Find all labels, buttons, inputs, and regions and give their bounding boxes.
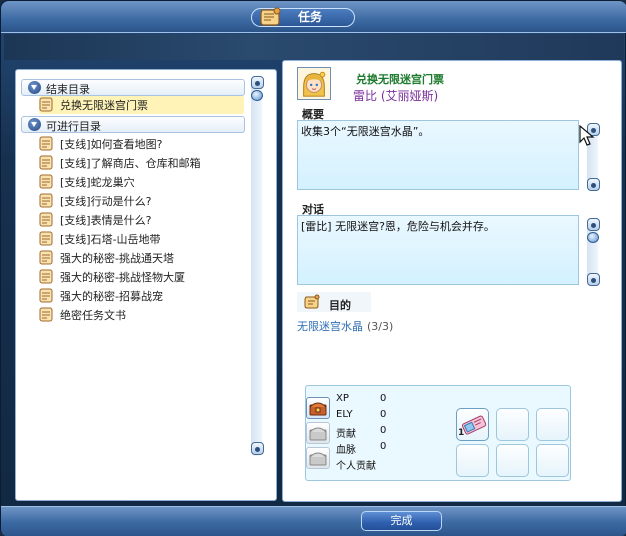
chevron-down-icon <box>28 81 41 94</box>
scroll-up-button[interactable] <box>251 76 264 89</box>
purpose-objective: 无限迷宫水晶 (3/3) <box>297 318 393 334</box>
quest-item[interactable]: 强大的秘密-招募战宠 <box>39 287 244 305</box>
scroll-down-button[interactable] <box>587 273 600 286</box>
quest-label: 强大的秘密-挑战通天塔 <box>60 252 174 265</box>
quest-item[interactable]: [支线]了解商店、仓库和邮箱 <box>39 154 244 172</box>
reward-row: 个人贡献 <box>336 457 376 472</box>
quest-item[interactable]: [支线]蛇龙巢穴 <box>39 173 244 191</box>
reward-tab-2[interactable] <box>306 422 330 444</box>
quest-scroll-icon <box>39 97 53 112</box>
quest-scroll-icon <box>39 193 53 208</box>
chest-icon <box>309 452 327 466</box>
reward-row: 血脉 0 <box>336 441 386 456</box>
purpose-label: 目的 <box>329 299 351 312</box>
reward-value: 0 <box>380 441 387 452</box>
reward-slot-empty[interactable] <box>536 444 569 477</box>
scroll-thumb[interactable] <box>251 90 263 101</box>
reward-value: 0 <box>380 393 387 404</box>
quest-label: [支线]蛇龙巢穴 <box>60 176 135 189</box>
quest-scroll-icon <box>39 250 53 265</box>
chevron-down-icon <box>28 118 41 131</box>
scroll-icon <box>260 7 281 26</box>
quest-label: [支线]表情是什么? <box>60 214 152 227</box>
reward-label: 血脉 <box>336 445 356 456</box>
header-strip <box>4 34 624 60</box>
reward-row: XP 0 <box>336 393 386 404</box>
quest-label: [支线]如何查看地图? <box>60 138 163 151</box>
quest-label: [支线]石塔-山岳地带 <box>60 233 161 246</box>
quest-item[interactable]: 强大的秘密-挑战怪物大厦 <box>39 268 244 286</box>
dialog-box: [雷比] 无限迷宫?恩，危险与机会并存。 <box>297 215 579 285</box>
reward-slot-empty[interactable] <box>496 408 529 441</box>
category-completed[interactable]: 结束目录 <box>21 79 245 96</box>
scroll-thumb[interactable] <box>587 232 599 243</box>
reward-tab-3[interactable] <box>306 447 330 469</box>
dialog-text: [雷比] 无限迷宫?恩，危险与机会并存。 <box>301 220 495 233</box>
npc-name: 雷比 (艾丽娅斯) <box>353 89 439 103</box>
summary-text: 收集3个“无限迷宫水晶”。 <box>301 125 430 138</box>
quest-list-scrollbar[interactable] <box>251 76 264 456</box>
footer-bar <box>1 506 626 536</box>
quest-label: 兑换无限迷宫门票 <box>60 99 148 112</box>
quest-scroll-icon <box>39 155 53 170</box>
reward-row: ELY 0 <box>336 409 386 420</box>
quest-item[interactable]: [支线]表情是什么? <box>39 211 244 229</box>
quest-title: 兑换无限迷宫门票 <box>356 73 444 86</box>
quest-scroll-icon <box>39 288 53 303</box>
category-available[interactable]: 可进行目录 <box>21 116 245 133</box>
scroll-icon <box>304 294 320 309</box>
summary-box: 收集3个“无限迷宫水晶”。 <box>297 120 579 190</box>
quest-item-completed-0[interactable]: 兑换无限迷宫门票 <box>39 96 244 114</box>
quest-item[interactable]: 强大的秘密-挑战通天塔 <box>39 249 244 267</box>
quest-scroll-icon <box>39 174 53 189</box>
mouse-cursor-icon <box>579 125 595 146</box>
quest-item[interactable]: [支线]石塔-山岳地带 <box>39 230 244 248</box>
quest-label: [支线]行动是什么? <box>60 195 152 208</box>
category-label: 可进行目录 <box>46 120 101 133</box>
quest-scroll-icon <box>39 136 53 151</box>
dialog-scrollbar[interactable] <box>587 218 600 286</box>
reward-row: 贡献 0 <box>336 425 386 440</box>
npc-avatar <box>297 67 331 100</box>
reward-item-slot[interactable]: 1 <box>456 408 489 441</box>
scroll-up-button[interactable] <box>587 218 600 231</box>
reward-slot-empty[interactable] <box>456 444 489 477</box>
quest-scroll-icon <box>39 231 53 246</box>
item-count: 1 <box>458 428 465 438</box>
quest-item[interactable]: 绝密任务文书 <box>39 306 244 324</box>
category-label: 结束目录 <box>46 83 90 96</box>
quest-label: 绝密任务文书 <box>60 309 126 322</box>
chest-icon <box>309 402 327 416</box>
reward-slot-empty[interactable] <box>536 408 569 441</box>
reward-label: 个人贡献 <box>336 461 376 472</box>
scroll-down-button[interactable] <box>587 178 600 191</box>
reward-label: XP <box>336 393 349 404</box>
quest-scroll-icon <box>39 269 53 284</box>
reward-slot-empty[interactable] <box>496 444 529 477</box>
purpose-item: 无限迷宫水晶 <box>297 320 363 333</box>
complete-button[interactable]: 完成 <box>361 511 442 531</box>
quest-window: 任务 结束目录 兑换无限迷宫门票 可进行目录 [支线]如何查看地图? [支线]了… <box>0 0 626 536</box>
scroll-down-button[interactable] <box>251 442 264 455</box>
quest-label: [支线]了解商店、仓库和邮箱 <box>60 157 201 170</box>
reward-label: 贡献 <box>336 429 356 440</box>
reward-label: ELY <box>336 409 353 420</box>
quest-label: 强大的秘密-招募战宠 <box>60 290 163 303</box>
quest-label: 强大的秘密-挑战怪物大厦 <box>60 271 185 284</box>
quest-item[interactable]: [支线]如何查看地图? <box>39 135 244 153</box>
reward-tab-chest-icon[interactable] <box>306 397 330 419</box>
quest-scroll-icon <box>39 212 53 227</box>
reward-value: 0 <box>380 425 387 436</box>
quest-scroll-icon <box>39 307 53 322</box>
quest-item[interactable]: [支线]行动是什么? <box>39 192 244 210</box>
chest-icon <box>309 427 327 441</box>
reward-value: 0 <box>380 409 387 420</box>
purpose-count: (3/3) <box>367 320 394 333</box>
